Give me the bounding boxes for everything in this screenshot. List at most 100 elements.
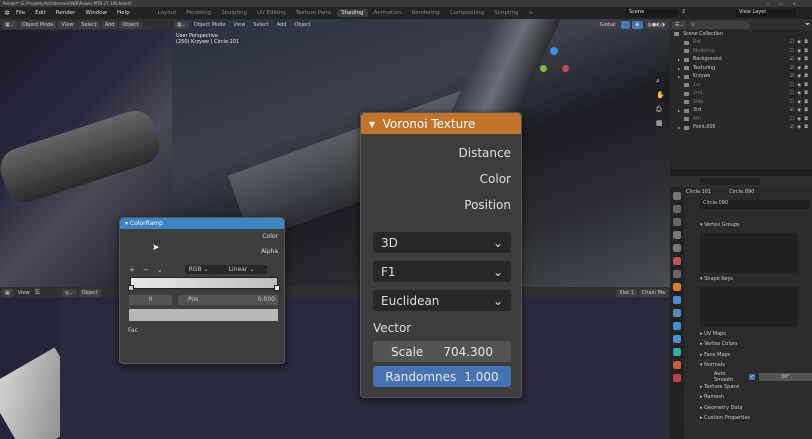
filter-icon[interactable]: ⏷ <box>805 21 810 29</box>
view-menu[interactable]: View <box>230 21 248 29</box>
minimize-button[interactable]: ─ <box>767 1 779 6</box>
properties-editor[interactable]: Circle.101 Circle.090 Circle.090 ▾ Vertex… <box>670 176 812 439</box>
visibility-toggles[interactable]: ☑ ◉ ◘ <box>790 108 809 113</box>
editor-type-button[interactable]: ◎⌄ <box>62 288 77 297</box>
menu-help[interactable]: Help <box>113 10 134 16</box>
blender-logo-icon[interactable]: ✲ <box>4 9 10 17</box>
panel-remesh[interactable]: ▸ Remesh <box>684 393 812 403</box>
gizmo-z-axis[interactable] <box>550 47 558 55</box>
object-menu[interactable]: Object <box>291 21 313 29</box>
gizmo-y-axis[interactable] <box>540 65 547 72</box>
voronoi-header[interactable]: ▾ Voronoi Texture <box>361 113 521 134</box>
tab-rendering[interactable]: Rendering <box>408 9 444 17</box>
outliner-item[interactable]: ▸ Texturing ☑ ◉ ◘ <box>670 64 812 73</box>
outliner-root[interactable]: Scene Collection <box>670 30 812 39</box>
snap-icon[interactable]: ⛶ <box>620 20 631 29</box>
outliner-item[interactable]: 4th ☐ ◉ ◘ <box>670 115 812 124</box>
visibility-toggles[interactable]: ☐ ◉ ◘ <box>790 40 809 45</box>
visibility-toggles[interactable]: ☐ ◉ ◘ <box>790 100 809 105</box>
output-color-socket[interactable]: Color <box>361 166 521 192</box>
panel-vertex-groups[interactable]: ▾ Vertex Groups <box>684 220 812 231</box>
window-controls[interactable]: ─☐✕ <box>767 0 806 7</box>
output-color-socket[interactable]: Color <box>120 229 284 244</box>
visibility-toggles[interactable]: ☑ ◉ ◘ <box>790 74 809 79</box>
stop-index-field[interactable]: 0 <box>129 295 172 305</box>
ramp-menu-button[interactable]: ⌄ <box>157 266 163 274</box>
editor-type-button[interactable]: ▦⌄ <box>2 20 17 29</box>
input-vector-socket[interactable]: Vector <box>361 311 521 341</box>
visibility-toggles[interactable]: ☐ ◉ ◘ <box>790 91 809 96</box>
navigation-tools[interactable]: ⌕ ✋ ⎙ ▦ <box>656 74 665 130</box>
outliner-item[interactable]: ▸ Point.005 ☑ ◉ ◘ <box>670 124 812 133</box>
hamburger-icon[interactable]: ☰ <box>35 289 40 296</box>
visibility-toggles[interactable]: ☑ ◉ ◘ <box>790 57 809 62</box>
tab-animation[interactable]: Animation <box>370 9 406 17</box>
gizmo-x-axis[interactable] <box>562 65 569 72</box>
properties-search[interactable] <box>700 178 760 185</box>
distance-metric-dropdown[interactable]: Euclidean ⌄ <box>373 290 511 311</box>
object-dropdown[interactable]: Object <box>78 288 101 297</box>
mode-dropdown[interactable]: Object Mode <box>191 21 229 29</box>
display-mode-button[interactable]: ☰⌄ <box>672 20 687 29</box>
tab-texture-paint[interactable]: Texture Paint <box>292 9 336 17</box>
close-button[interactable]: ✕ <box>793 1 806 6</box>
output-distance-socket[interactable]: Distance <box>361 140 521 166</box>
properties-tabs[interactable] <box>670 187 684 439</box>
editor-type-button[interactable]: ▦⌄ <box>174 20 189 29</box>
scale-field[interactable]: Scale 704.300 <box>373 341 511 362</box>
maximize-button[interactable]: ☐ <box>779 1 793 6</box>
panel-geometry-data[interactable]: ▸ Geometry Data <box>684 403 812 414</box>
menu-render[interactable]: Render <box>52 10 80 16</box>
tab-compositing[interactable]: Compositing <box>446 9 488 17</box>
output-alpha-socket[interactable]: Alpha <box>120 244 284 259</box>
tab-modeling[interactable]: Modeling <box>182 9 215 17</box>
tab-uv-editing[interactable]: UV Editing <box>253 9 290 17</box>
add-menu[interactable]: Add <box>101 20 118 29</box>
visibility-toggles[interactable]: ☑ ◉ ◘ <box>790 66 809 71</box>
visibility-toggles[interactable]: ☐ ◉ ◘ <box>790 49 809 54</box>
outliner-item[interactable]: 2nd ☐ ◉ ◘ <box>670 90 812 99</box>
shape-keys-list[interactable] <box>700 287 798 327</box>
shading-modes[interactable]: ◍●◐◑ <box>644 20 668 29</box>
panel-normals[interactable]: ▾ Normals <box>684 361 812 371</box>
dimensions-dropdown[interactable]: 3D ⌄ <box>373 232 511 253</box>
menu-edit[interactable]: Edit <box>31 10 50 16</box>
panel-vertex-colors[interactable]: ▸ Vertex Colors <box>684 340 812 350</box>
auto-smooth-angle-field[interactable]: 30° <box>758 372 812 381</box>
outliner-item[interactable]: ▸ Background ☑ ◉ ◘ <box>670 56 812 65</box>
panel-custom-properties[interactable]: ▸ Custom Properties <box>684 414 812 424</box>
select-menu[interactable]: Select <box>250 21 271 29</box>
orientation-dropdown[interactable]: Global <box>596 20 619 29</box>
color-mode-dropdown[interactable]: RGB ⌄ <box>184 265 225 274</box>
panel-face-maps[interactable]: ▸ Face Maps <box>684 350 812 361</box>
colorramp-node[interactable]: ▾ ColorRamp Color Alpha + − ⌄ RGB ⌄ Linear… <box>119 217 285 364</box>
select-menu[interactable]: Select <box>78 20 100 29</box>
auto-smooth-checkbox[interactable]: ✓ <box>748 373 755 380</box>
outliner[interactable]: ☰⌄ ⌕ ⏷ Scene Collection Ref ☐ ◉ ◘ Modeling ☐ … <box>670 19 812 169</box>
panel-texture-space[interactable]: ▸ Texture Space <box>684 382 812 393</box>
tab-sculpting[interactable]: Sculpting <box>217 9 251 17</box>
feature-dropdown[interactable]: F1 ⌄ <box>373 261 511 282</box>
material-dropdown[interactable]: Chain Ma <box>638 288 668 297</box>
editor-type-button[interactable]: ▦ <box>2 288 13 297</box>
outliner-item[interactable]: Side ☐ ◉ ◘ <box>670 98 812 107</box>
visibility-toggles[interactable]: ☐ ◉ ◘ <box>790 83 809 88</box>
mode-dropdown[interactable]: Object Mode <box>18 20 57 29</box>
bottom-left-viewport[interactable]: ▦ View ☰ <box>0 287 60 439</box>
input-fac-socket[interactable]: Fac <box>120 321 284 334</box>
voronoi-texture-node[interactable]: ▾ Voronoi Texture Distance Color Positio… <box>360 112 522 398</box>
outliner-item[interactable]: ▸ Krzywe ☑ ◉ ◘ <box>670 73 812 82</box>
scene-selector[interactable]: Scene <box>626 9 678 17</box>
color-stop-handle[interactable] <box>274 285 280 291</box>
output-position-socket[interactable]: Position <box>361 192 521 218</box>
overlay-icon[interactable]: ◉ <box>632 20 643 29</box>
view-menu[interactable]: View <box>15 289 33 297</box>
colorramp-header[interactable]: ▾ ColorRamp <box>120 218 284 229</box>
menu-file[interactable]: File <box>12 10 29 16</box>
stop-color-swatch[interactable] <box>129 309 278 321</box>
stop-position-field[interactable]: Pos 0.000 <box>178 295 278 305</box>
menu-window[interactable]: Window <box>81 10 111 16</box>
panel-uv-maps[interactable]: ▸ UV Maps <box>684 329 812 340</box>
slot-dropdown[interactable]: Slot 1 <box>616 288 637 297</box>
outliner-item[interactable]: 1st ☐ ◉ ◘ <box>670 81 812 90</box>
